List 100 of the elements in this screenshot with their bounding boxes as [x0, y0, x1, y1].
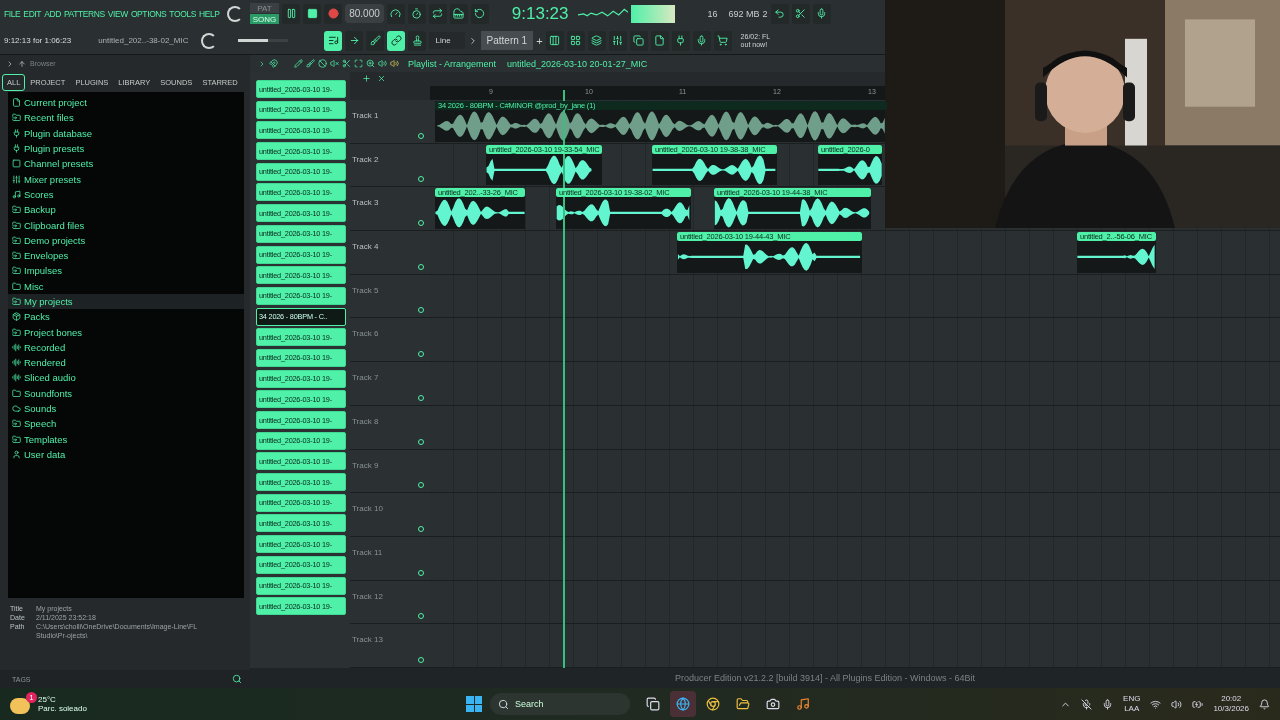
menu-item[interactable]: FILE — [4, 8, 21, 19]
piano-button[interactable] — [449, 3, 468, 24]
browser-item[interactable]: Backup — [8, 202, 244, 218]
browser-item[interactable]: Plugin database — [8, 125, 244, 141]
timer-button[interactable] — [407, 3, 426, 24]
up-icon[interactable] — [18, 59, 26, 68]
stamp-button[interactable] — [408, 30, 427, 51]
menu-item[interactable]: HELP — [199, 8, 220, 19]
pencil-icon[interactable] — [294, 59, 303, 68]
track-header[interactable]: Track 6 — [350, 318, 430, 362]
browser-item[interactable]: Demo projects — [8, 232, 244, 248]
volume-knob[interactable] — [226, 5, 243, 22]
add-pattern-button[interactable]: + — [536, 34, 543, 47]
track-header[interactable]: Track 12 — [350, 580, 430, 624]
master-slider[interactable] — [238, 39, 289, 42]
browser-item[interactable]: Plugin presets — [8, 140, 244, 157]
clock[interactable]: 20:02 10/3/2026 — [1213, 694, 1249, 714]
brush-button[interactable] — [366, 30, 385, 51]
microphone-button[interactable] — [812, 3, 831, 24]
magnet-icon[interactable] — [269, 59, 278, 68]
microphone-button[interactable] — [692, 30, 711, 51]
speaker-icon[interactable] — [390, 59, 399, 68]
speaker-icon[interactable] — [378, 59, 387, 68]
track-header[interactable]: Track 1 — [350, 100, 430, 143]
browser-item[interactable]: Misc — [8, 278, 244, 294]
repeat-button[interactable] — [428, 3, 447, 24]
notification-icon[interactable] — [1259, 698, 1270, 710]
search-icon[interactable] — [232, 674, 242, 684]
browser-item[interactable]: Speech — [8, 416, 244, 432]
microphone-icon[interactable] — [1102, 698, 1114, 710]
volume-icon[interactable] — [1171, 698, 1183, 710]
browser-item[interactable]: Recent files — [8, 110, 244, 126]
mute-icon[interactable] — [330, 59, 339, 68]
layers-button[interactable] — [587, 30, 606, 51]
file-button[interactable] — [650, 30, 669, 51]
browser-icon[interactable] — [670, 691, 696, 717]
zoom-icon[interactable] — [366, 59, 375, 68]
browser-item[interactable]: Channel presets — [8, 156, 244, 172]
menu-item[interactable]: ADD — [44, 8, 61, 19]
browser-item[interactable]: Packs — [8, 309, 244, 325]
menu-item[interactable]: PATTERNS — [63, 8, 105, 19]
track-header[interactable]: Track 7 — [350, 362, 430, 405]
gauge-button[interactable] — [386, 3, 405, 24]
browser-item[interactable]: Sliced audio — [8, 370, 244, 386]
browser-item[interactable]: Templates — [8, 431, 244, 447]
track-header[interactable]: Track 9 — [350, 449, 430, 493]
snap-dropdown[interactable]: Line — [429, 32, 465, 49]
brush-icon[interactable] — [306, 59, 315, 68]
browser-item[interactable]: Envelopes — [8, 247, 244, 264]
arrow-button[interactable] — [345, 30, 364, 51]
track-header[interactable]: Track 4 — [350, 231, 430, 274]
tempo-display[interactable]: 80.000 — [345, 4, 384, 23]
scissors-button[interactable] — [791, 3, 810, 24]
plug-button[interactable] — [671, 30, 690, 51]
microphone-icon[interactable] — [1081, 698, 1093, 710]
browser-item[interactable]: Recorded — [8, 339, 244, 356]
sliders-button[interactable] — [608, 30, 627, 51]
browser-item[interactable]: Soundfonts — [8, 385, 244, 401]
close-icon[interactable] — [377, 74, 386, 83]
wifi-icon[interactable] — [1150, 698, 1162, 710]
add-icon[interactable] — [362, 74, 371, 83]
cart-button[interactable] — [713, 30, 732, 51]
language-indicator[interactable]: ENG LAA — [1123, 694, 1141, 714]
scissors-icon[interactable] — [342, 59, 351, 68]
browser-item[interactable]: Mixer presets — [8, 171, 244, 187]
browser-item[interactable]: My projects — [8, 293, 244, 310]
grid-button[interactable] — [566, 30, 585, 51]
breadcrumb[interactable]: untitled_2026-03-10 20-01-27_MIC — [507, 58, 648, 69]
stop-button[interactable] — [303, 3, 322, 24]
delete-icon[interactable] — [318, 59, 327, 68]
browser-item[interactable]: User data — [8, 446, 244, 463]
browser-item[interactable]: Impulses — [8, 263, 244, 279]
pitch-knob[interactable] — [201, 32, 218, 49]
columns-button[interactable] — [545, 30, 564, 51]
weather-icon[interactable] — [10, 698, 30, 714]
menu-item[interactable]: TOOLS — [169, 8, 197, 19]
select-icon[interactable] — [354, 59, 363, 68]
track-header[interactable]: Track 5 — [350, 274, 430, 318]
search-field[interactable]: Search — [490, 693, 630, 715]
browser-item[interactable]: Sounds — [8, 400, 244, 417]
link-button[interactable] — [387, 30, 406, 51]
loop-button[interactable] — [470, 3, 489, 24]
browser-item[interactable]: Current project — [8, 95, 244, 111]
menu-item[interactable]: EDIT — [23, 8, 42, 19]
track-header[interactable]: Track 10 — [350, 493, 430, 536]
track-header[interactable]: Track 3 — [350, 187, 430, 231]
browser-item[interactable]: Project bones — [8, 324, 244, 340]
menu-item[interactable]: OPTIONS — [130, 8, 167, 19]
track-header[interactable]: Track 2 — [350, 143, 430, 187]
browser-item[interactable]: Clipboard files — [8, 217, 244, 233]
track-header[interactable]: Track 13 — [350, 624, 430, 667]
pause-button[interactable] — [282, 3, 301, 24]
track-header[interactable]: Track 8 — [350, 405, 430, 449]
record-button[interactable] — [324, 3, 343, 24]
playlist-button[interactable] — [324, 30, 343, 51]
battery-icon[interactable] — [1192, 698, 1204, 710]
browser-item[interactable]: Scores — [8, 186, 244, 203]
track-header[interactable]: Track 11 — [350, 536, 430, 580]
undo-button[interactable] — [770, 3, 789, 24]
pattern-selector[interactable]: Pattern 1 — [480, 31, 534, 50]
